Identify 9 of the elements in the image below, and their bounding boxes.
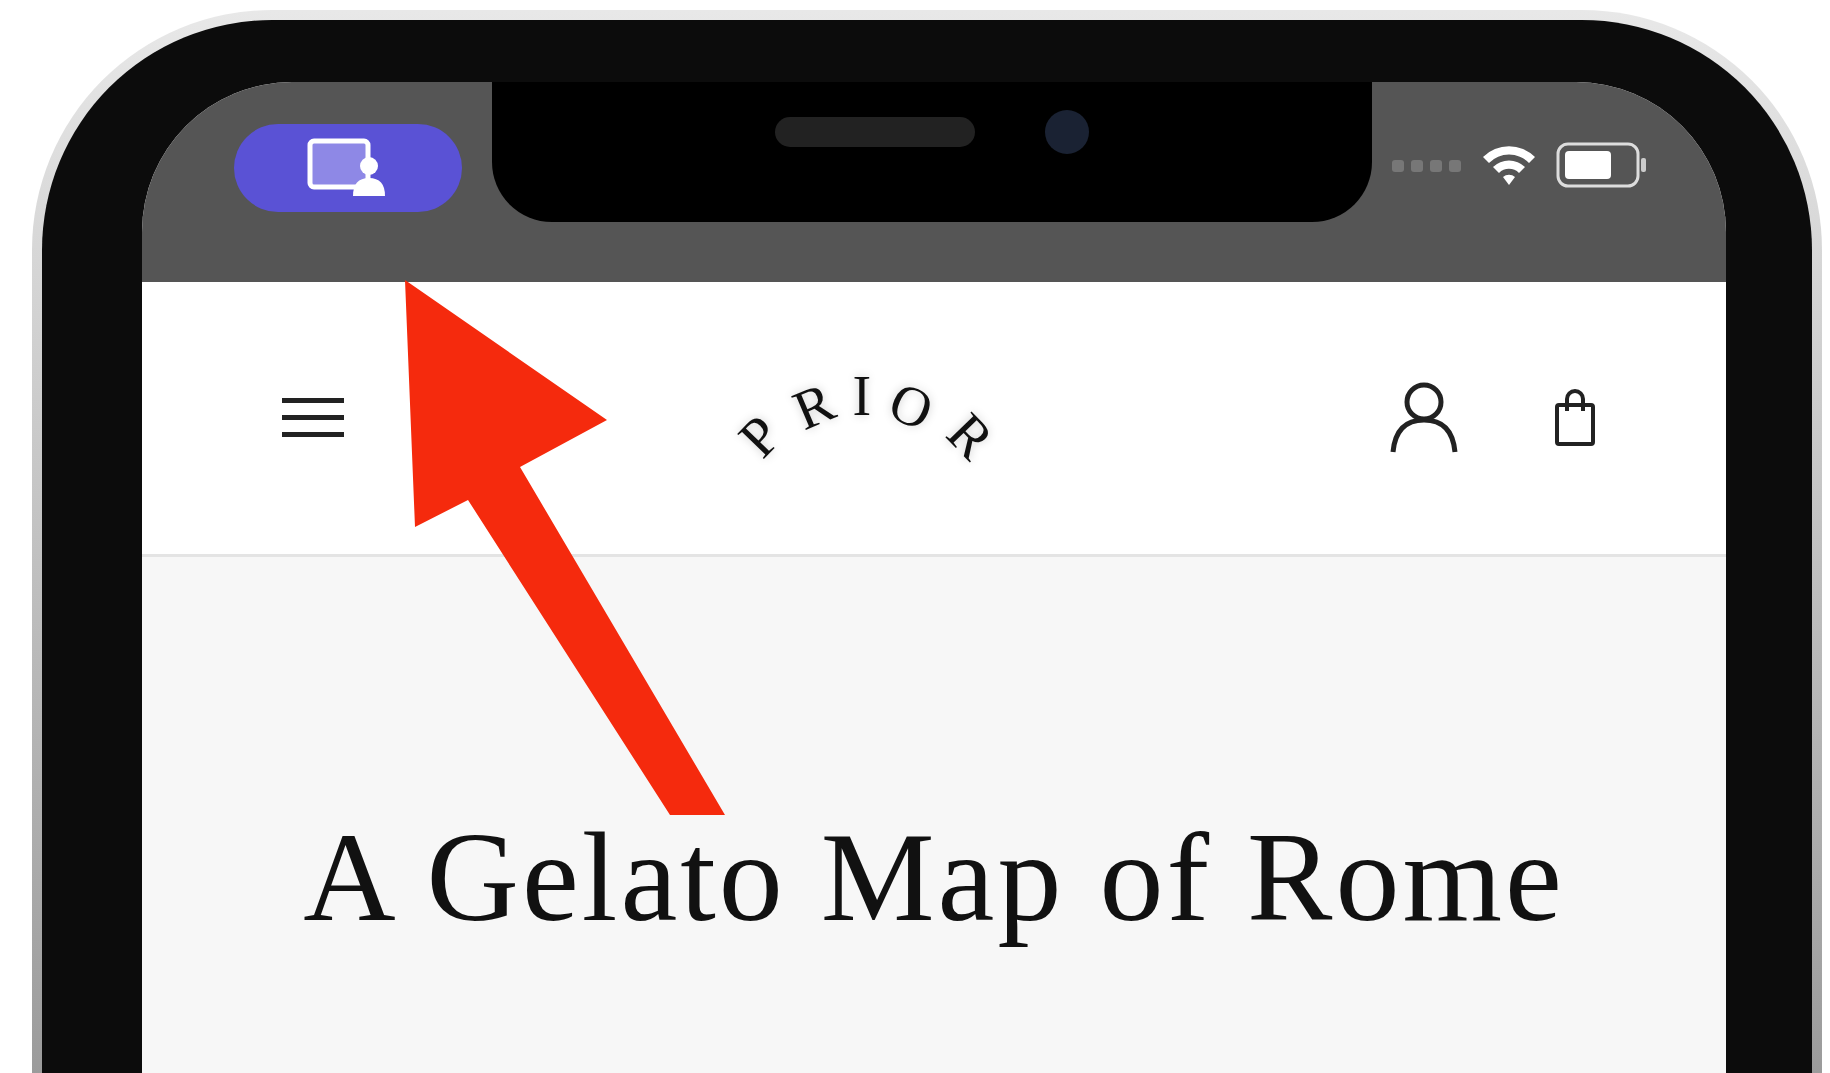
shopping-bag-icon[interactable] (1554, 389, 1596, 447)
article-title: A Gelato Map of Rome (303, 807, 1565, 948)
menu-icon (282, 398, 344, 438)
camera-lens (1045, 110, 1089, 154)
signal-icon (1392, 158, 1462, 172)
logo[interactable]: PRIOR (636, 348, 1097, 468)
battery-icon (1556, 142, 1648, 188)
account-icon[interactable] (1389, 382, 1459, 454)
menu-button[interactable] (282, 398, 344, 438)
